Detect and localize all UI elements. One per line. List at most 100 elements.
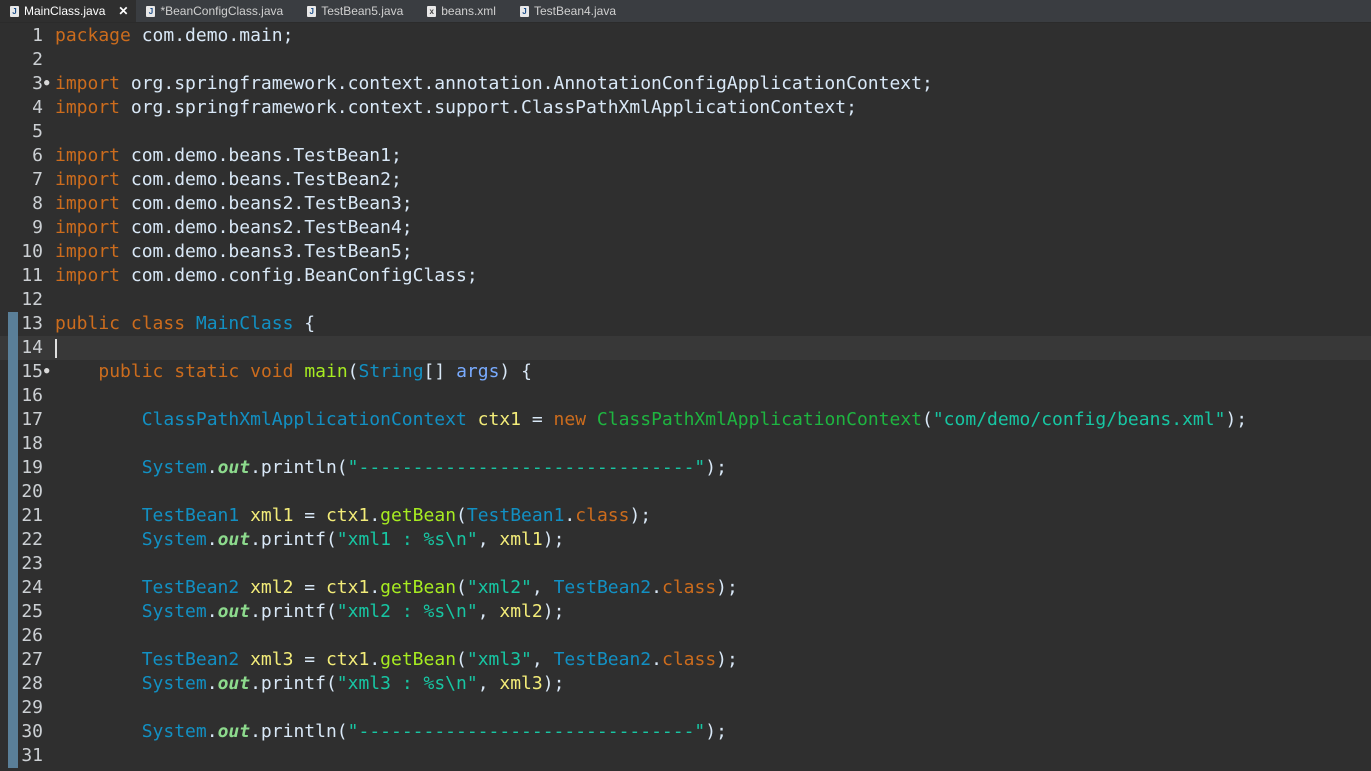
code-token: .println( xyxy=(250,721,348,742)
code-token: ( xyxy=(347,361,359,382)
code-token: void xyxy=(250,361,294,382)
code-token: . xyxy=(206,721,218,742)
code-line[interactable]: 14 xyxy=(0,336,1371,360)
code-line[interactable]: 12 xyxy=(0,288,1371,312)
code-token: . xyxy=(369,577,381,598)
code-token: getBean xyxy=(380,577,457,598)
code-line[interactable]: 6 import com.demo.beans.TestBean1; xyxy=(0,144,1371,168)
code-line[interactable]: 1 package com.demo.main; xyxy=(0,24,1371,48)
code-line[interactable]: 25 System.out.printf("xml2 : %s\n", xml2… xyxy=(0,600,1371,624)
code-line[interactable]: 8 import com.demo.beans2.TestBean3; xyxy=(0,192,1371,216)
line-number: 8 xyxy=(32,193,43,214)
code-line[interactable]: 16 xyxy=(0,384,1371,408)
tab-testbean4-java[interactable]: J TestBean4.java xyxy=(510,0,630,22)
code-token: . xyxy=(651,577,662,598)
code-token: String xyxy=(358,361,424,382)
code-text: package com.demo.main; xyxy=(55,24,293,48)
code-line[interactable]: 29 xyxy=(0,696,1371,720)
code-line[interactable]: 30 System.out.println("-----------------… xyxy=(0,720,1371,744)
tab-mainclass-java[interactable]: J MainClass.java ✕ xyxy=(0,0,137,22)
code-token: "xml3" xyxy=(466,649,532,670)
code-token: ); xyxy=(542,529,565,550)
code-line[interactable]: 4 import org.springframework.context.supp… xyxy=(0,96,1371,120)
line-number: 29 xyxy=(21,697,43,718)
code-line[interactable]: 10 import com.demo.beans3.TestBean5; xyxy=(0,240,1371,264)
code-line[interactable]: 13 public class MainClass { xyxy=(0,312,1371,336)
code-token: getBean xyxy=(380,505,457,526)
tab-beans-xml[interactable]: x beans.xml xyxy=(417,0,510,22)
code-token: . xyxy=(369,649,381,670)
code-token: . xyxy=(564,505,576,526)
code-line[interactable]: 23 xyxy=(0,552,1371,576)
code-editor[interactable]: 1 package com.demo.main; 2 3 ● import org.spr… xyxy=(0,24,1371,771)
line-number: 5 xyxy=(32,121,43,142)
close-icon[interactable]: ✕ xyxy=(118,4,128,18)
code-token: class xyxy=(130,313,186,334)
code-line[interactable]: 22 System.out.printf("xml1 : %s\n", xml1… xyxy=(0,528,1371,552)
code-line[interactable]: 7 import com.demo.beans.TestBean2; xyxy=(0,168,1371,192)
code-text: System.out.println("--------------------… xyxy=(55,456,727,480)
fold-icon[interactable]: ● xyxy=(44,366,49,376)
code-line[interactable]: 17 ClassPathXmlApplicationContext ctx1 =… xyxy=(0,408,1371,432)
code-token: import xyxy=(55,217,121,238)
code-token: ctx1 xyxy=(477,409,522,430)
code-token: . xyxy=(651,649,662,670)
code-line[interactable]: 24 TestBean2 xml2 = ctx1.getBean("xml2",… xyxy=(0,576,1371,600)
code-token: "com/demo/config/beans.xml" xyxy=(932,409,1226,430)
code-line[interactable]: 31 xyxy=(0,744,1371,768)
code-token: , xyxy=(477,529,500,550)
code-token: import xyxy=(55,97,121,118)
code-token: TestBean2 xyxy=(553,649,652,670)
code-line[interactable]: 5 xyxy=(0,120,1371,144)
code-token: main xyxy=(304,361,348,382)
code-token: xml3 xyxy=(499,673,543,694)
code-token: = xyxy=(293,649,326,670)
code-text: import com.demo.beans2.TestBean3; xyxy=(55,192,413,216)
tab-testbean5-java[interactable]: J TestBean5.java xyxy=(297,0,417,22)
code-line[interactable]: 11 import com.demo.config.BeanConfigClass… xyxy=(0,264,1371,288)
code-token: public xyxy=(98,361,164,382)
code-token: , xyxy=(477,601,500,622)
code-token: "-------------------------------" xyxy=(347,457,706,478)
code-line[interactable]: 3 ● import org.springframework.context.ann… xyxy=(0,72,1371,96)
code-token: = xyxy=(521,409,554,430)
code-text: import com.demo.config.BeanConfigClass; xyxy=(55,264,478,288)
code-token: ); xyxy=(716,649,738,670)
code-token: "xml2" xyxy=(466,577,532,598)
code-token: TestBean2 xyxy=(141,649,240,670)
code-line[interactable]: 28 System.out.printf("xml3 : %s\n", xml3… xyxy=(0,672,1371,696)
tab-label: beans.xml xyxy=(441,4,496,18)
code-text: import com.demo.beans.TestBean2; xyxy=(55,168,402,192)
code-line[interactable]: 2 xyxy=(0,48,1371,72)
code-token: "xml2 : %s\n" xyxy=(336,601,478,622)
code-text: ClassPathXmlApplicationContext ctx1 = ne… xyxy=(55,408,1247,432)
code-token: class xyxy=(661,577,717,598)
line-number: 31 xyxy=(21,745,43,766)
code-line[interactable]: 21 TestBean1 xml1 = ctx1.getBean(TestBea… xyxy=(0,504,1371,528)
line-number: 14 xyxy=(21,337,43,358)
code-line[interactable]: 18 xyxy=(0,432,1371,456)
tab-beanconfigclass-java[interactable]: J *BeanConfigClass.java xyxy=(136,0,297,22)
code-line[interactable]: 26 xyxy=(0,624,1371,648)
code-line[interactable]: 19 System.out.println("-----------------… xyxy=(0,456,1371,480)
code-token: ); xyxy=(542,673,565,694)
fold-icon[interactable]: ● xyxy=(44,78,49,88)
line-number: 22 xyxy=(21,529,43,550)
tab-label: *BeanConfigClass.java xyxy=(160,4,284,18)
line-number: 30 xyxy=(21,721,43,742)
java-file-icon: J xyxy=(10,5,19,17)
code-line[interactable]: 20 xyxy=(0,480,1371,504)
code-line[interactable]: 9 import com.demo.beans2.TestBean4; xyxy=(0,216,1371,240)
code-line[interactable]: 15 ● public static void main(String[] arg… xyxy=(0,360,1371,384)
code-token: . xyxy=(206,673,218,694)
code-text: import com.demo.beans3.TestBean5; xyxy=(55,240,413,264)
code-line[interactable]: 27 TestBean2 xml3 = ctx1.getBean("xml3",… xyxy=(0,648,1371,672)
code-token: xml1 xyxy=(250,505,294,526)
